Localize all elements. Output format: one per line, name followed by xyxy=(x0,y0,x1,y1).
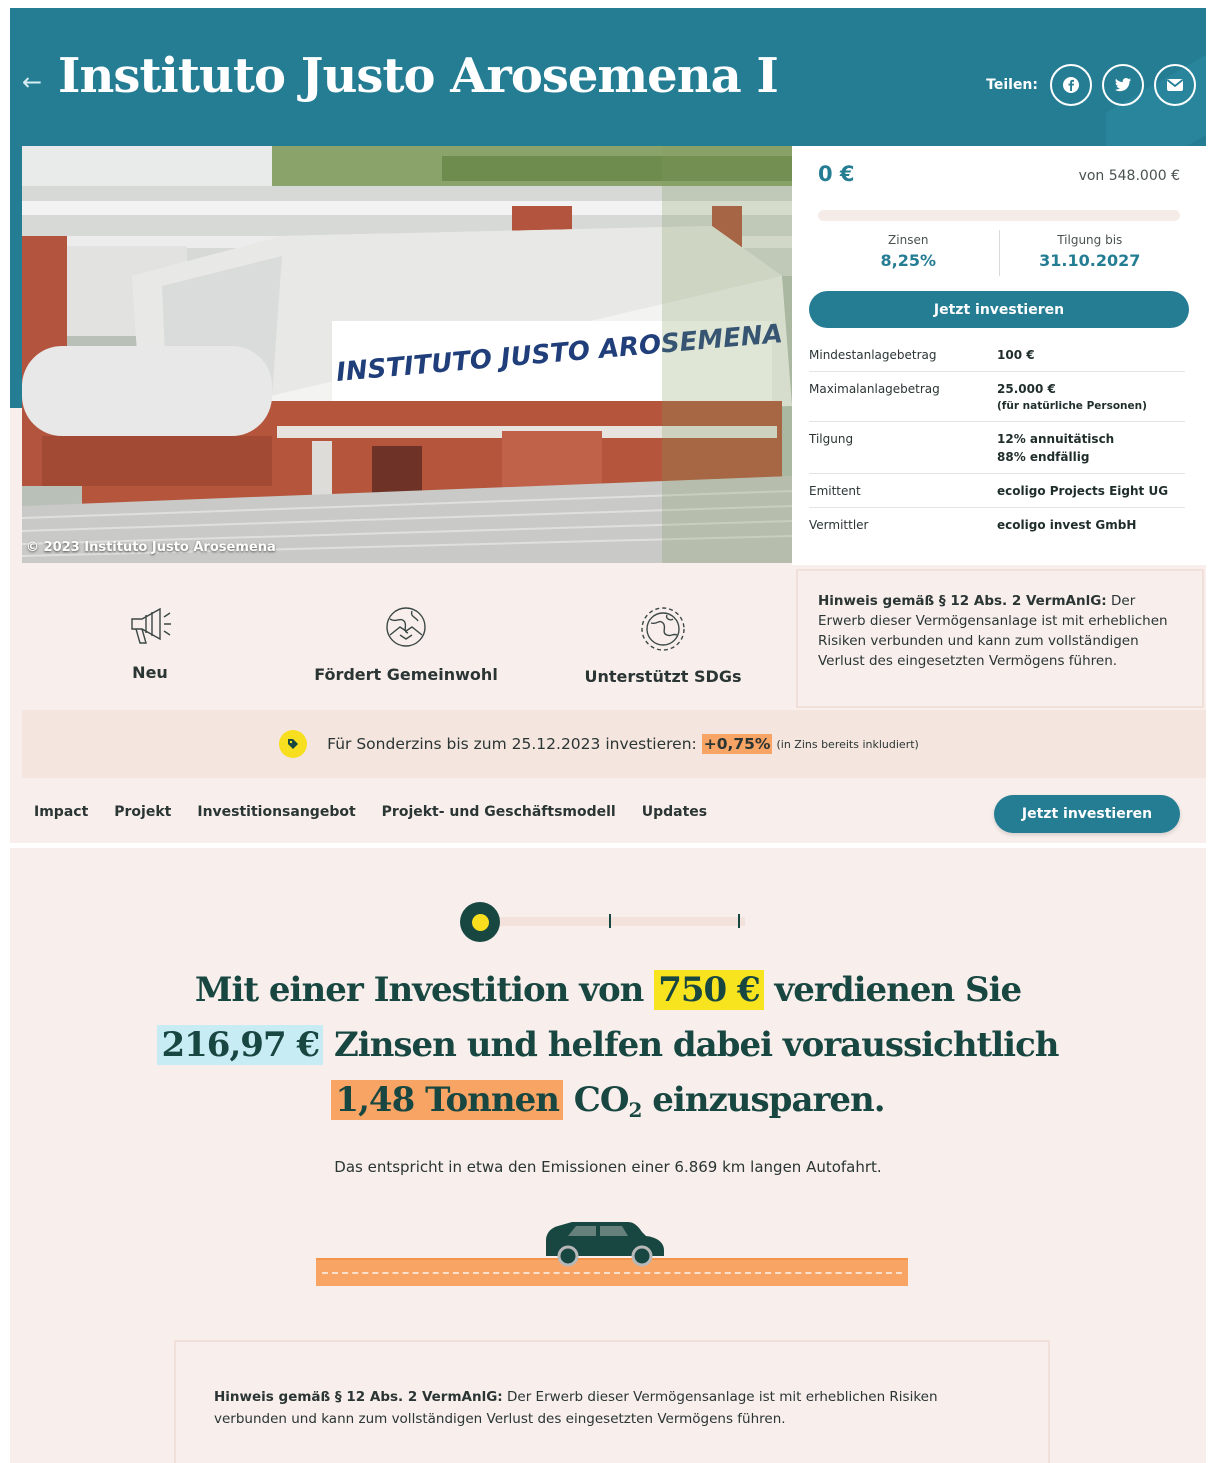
twitter-share-button[interactable] xyxy=(1102,64,1144,106)
fact-label: Tilgung xyxy=(809,432,854,446)
fact-row: Tilgung 12% annuitätisch 88% endfällig xyxy=(809,422,1185,474)
bonus-rate: +0,75% xyxy=(701,734,773,754)
globe-sdg-icon xyxy=(641,607,685,651)
funding-goal: von 548.000 € xyxy=(1078,168,1180,184)
slider-track[interactable] xyxy=(480,917,745,926)
fact-label: Maximalanlagebetrag xyxy=(809,382,940,396)
divider xyxy=(10,843,1206,848)
kpi-value: 31.10.2027 xyxy=(1039,251,1141,270)
nav-item-updates[interactable]: Updates xyxy=(642,804,707,820)
impact-headline: Mit einer Investition von 750 € verdiene… xyxy=(10,963,1206,1138)
share-label: Teilen: xyxy=(986,77,1038,93)
fact-value: 12% annuitätisch xyxy=(997,432,1115,446)
risk-notice-title: Hinweis gemäß § 12 Abs. 2 VermAnlG: xyxy=(818,593,1107,609)
back-arrow-icon[interactable]: ← xyxy=(22,68,42,96)
nav-item-impact[interactable]: Impact xyxy=(34,804,88,820)
section-nav-items: Impact Projekt Investitionsangebot Proje… xyxy=(34,804,707,820)
page-title: Instituto Justo Arosemena I xyxy=(58,48,779,104)
share-bar: Teilen: xyxy=(986,64,1196,106)
investment-slider[interactable] xyxy=(460,902,750,942)
nav-invest-button[interactable]: Jetzt investieren xyxy=(994,795,1180,833)
fact-subvalue: 88% endfällig xyxy=(997,450,1090,464)
fact-label: Vermittler xyxy=(809,518,869,532)
fact-row: Emittent ecoligo Projects Eight UG xyxy=(809,474,1185,508)
tag-icon xyxy=(279,730,308,758)
nav-item-projekt[interactable]: Projekt xyxy=(114,804,171,820)
bonus-interest-banner: Für Sonderzins bis zum 25.12.2023 invest… xyxy=(22,710,1206,778)
fact-row: Vermittler ecoligo invest GmbH xyxy=(809,508,1185,541)
fact-value: ecoligo Projects Eight UG xyxy=(997,484,1169,498)
facebook-share-button[interactable] xyxy=(1050,64,1092,106)
investment-summary-card: 0 € von 548.000 € Zinsen 8,25% Tilgung b… xyxy=(792,146,1206,565)
headline-text: Zinsen und helfen dabei voraussichtlich xyxy=(333,1025,1060,1065)
feature-sdgs: Unterstützt SDGs xyxy=(534,565,792,710)
section-nav: Impact Projekt Investitionsangebot Proje… xyxy=(10,778,1206,843)
risk-notice-side: Hinweis gemäß § 12 Abs. 2 VermAnlG: Der … xyxy=(796,569,1204,708)
invest-now-button[interactable]: Jetzt investieren xyxy=(809,291,1189,328)
project-photo: INSTITUTO JUSTO AROSEMENA © 2023 Institu… xyxy=(22,146,792,563)
kpi-label: Tilgung bis xyxy=(1057,233,1123,247)
headline-text: CO xyxy=(573,1080,630,1120)
feature-badges: Neu Fördert Gemeinwohl Unterstützt SDGs xyxy=(22,565,792,710)
mail-icon xyxy=(1166,79,1184,91)
headline-text: Mit einer Investition von xyxy=(194,970,645,1010)
fact-row: Mindestanlagebetrag 100 € xyxy=(809,338,1185,372)
facebook-icon xyxy=(1063,77,1079,93)
headline-text: verdienen Sie xyxy=(774,970,1023,1010)
kpi-row: Zinsen 8,25% Tilgung bis 31.10.2027 xyxy=(818,230,1180,276)
risk-notice-title: Hinweis gemäß § 12 Abs. 2 VermAnlG: xyxy=(214,1389,503,1405)
fact-label: Emittent xyxy=(809,484,861,498)
fact-value: 25.000 € xyxy=(997,382,1056,396)
funding-progress-bar xyxy=(818,210,1180,221)
fact-label: Mindestanlagebetrag xyxy=(809,348,937,362)
kpi-label: Zinsen xyxy=(888,233,929,247)
building-illustration: INSTITUTO JUSTO AROSEMENA xyxy=(22,146,792,563)
feature-label: Fördert Gemeinwohl xyxy=(314,665,498,684)
page: ← Instituto Justo Arosemena I Teilen: IN… xyxy=(10,8,1206,1463)
car-icon xyxy=(546,1222,664,1267)
slider-knob[interactable] xyxy=(460,902,500,942)
twitter-icon xyxy=(1115,78,1131,92)
headline-text: einzusparen. xyxy=(652,1080,885,1120)
equivalent-text: Das entspricht in etwa den Emissionen ei… xyxy=(334,1158,882,1176)
facts-table: Mindestanlagebetrag 100 € Maximalanlageb… xyxy=(809,338,1185,541)
bonus-text: Für Sonderzins bis zum 25.12.2023 invest… xyxy=(327,735,697,753)
co2-subscript: 2 xyxy=(628,1098,642,1122)
kpi-interest: Zinsen 8,25% xyxy=(818,230,999,276)
slider-tick xyxy=(609,914,611,928)
risk-notice-bottom: Hinweis gemäß § 12 Abs. 2 VermAnlG: Der … xyxy=(174,1340,1050,1463)
fact-subvalue: (für natürliche Personen) xyxy=(997,400,1147,412)
feature-common-good: Fördert Gemeinwohl xyxy=(278,565,534,710)
nav-item-investitionsangebot[interactable]: Investitionsangebot xyxy=(197,804,355,820)
feature-label: Neu xyxy=(132,663,168,682)
co2-amount: 1,48 Tonnen xyxy=(331,1080,563,1120)
globe-handshake-icon xyxy=(386,607,426,647)
slider-tick xyxy=(738,914,740,928)
feature-new: Neu xyxy=(22,565,278,710)
fact-value: 100 € xyxy=(997,348,1035,362)
bonus-note: (in Zins bereits inkludiert) xyxy=(776,737,919,751)
feature-label: Unterstützt SDGs xyxy=(584,667,742,686)
fact-row: Maximalanlagebetrag 25.000 € (für natürl… xyxy=(809,372,1185,422)
investment-amount: 750 € xyxy=(654,970,764,1010)
mail-share-button[interactable] xyxy=(1154,64,1196,106)
photo-credit: © 2023 Instituto Justo Arosemena xyxy=(26,540,276,555)
kpi-repayment-date: Tilgung bis 31.10.2027 xyxy=(998,230,1181,276)
nav-item-geschaeftsmodell[interactable]: Projekt- und Geschäftsmodell xyxy=(382,804,616,820)
invested-amount: 0 € xyxy=(818,162,855,186)
megaphone-icon xyxy=(131,607,171,644)
interest-amount: 216,97 € xyxy=(157,1025,324,1065)
fact-value: ecoligo invest GmbH xyxy=(997,518,1137,532)
kpi-value: 8,25% xyxy=(880,251,936,270)
